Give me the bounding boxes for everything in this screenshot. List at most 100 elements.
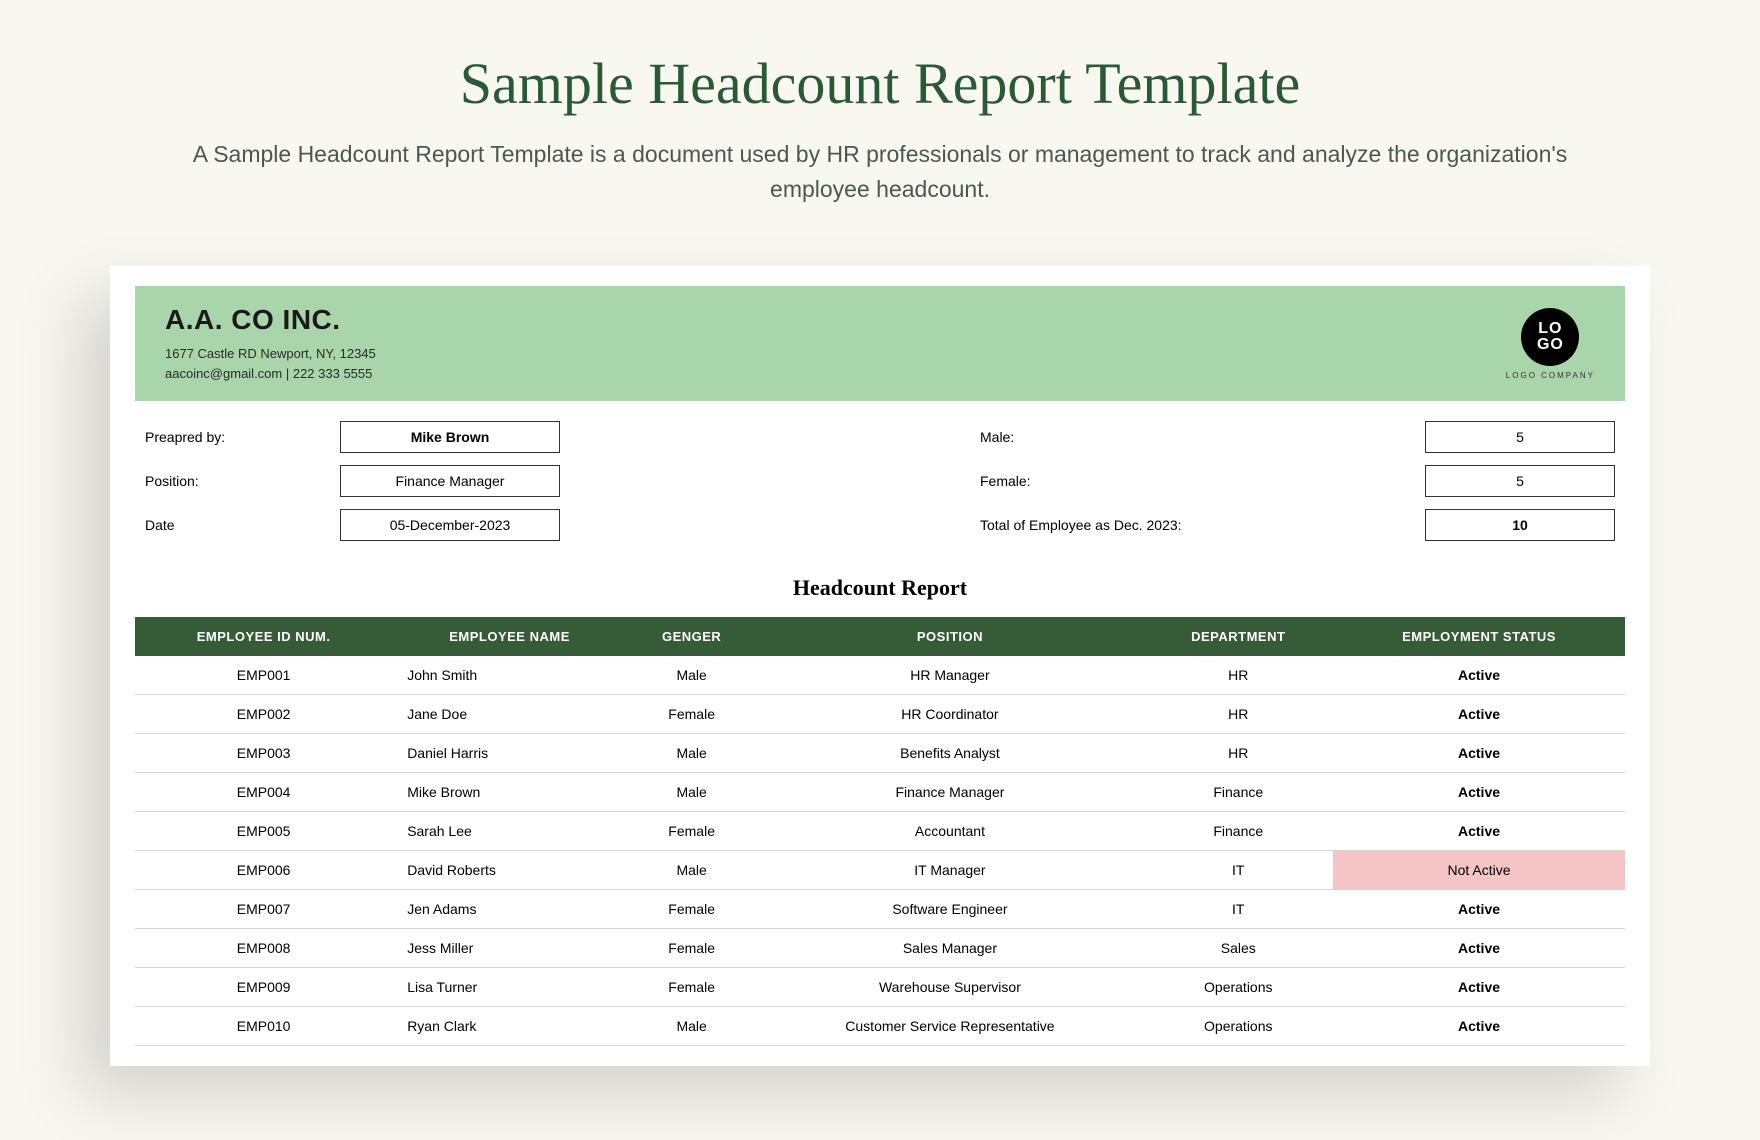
page-subtitle: A Sample Headcount Report Template is a … <box>180 137 1580 206</box>
cell-gender: Female <box>627 890 756 929</box>
meta-row-total: Total of Employee as Dec. 2023: 10 <box>980 509 1615 541</box>
cell-department: HR <box>1144 656 1334 695</box>
cell-gender: Male <box>627 1007 756 1046</box>
document-wrapper: A.A. CO INC. 1677 Castle RD Newport, NY,… <box>0 236 1760 1066</box>
cell-name: Jen Adams <box>392 890 627 929</box>
cell-status: Active <box>1333 968 1625 1007</box>
table-row: EMP004 Mike Brown Male Finance Manager F… <box>135 773 1625 812</box>
meta-value-date: 05-December-2023 <box>340 509 560 541</box>
logo-icon: LO GO <box>1521 308 1579 366</box>
col-status: EMPLOYMENT STATUS <box>1333 617 1625 656</box>
cell-position: HR Manager <box>756 656 1143 695</box>
cell-position: IT Manager <box>756 851 1143 890</box>
table-row: EMP007 Jen Adams Female Software Enginee… <box>135 890 1625 929</box>
cell-id: EMP008 <box>135 929 392 968</box>
meta-label: Female: <box>980 473 1200 489</box>
cell-name: Lisa Turner <box>392 968 627 1007</box>
cell-gender: Male <box>627 773 756 812</box>
meta-label: Preapred by: <box>145 429 325 445</box>
meta-row-male: Male: 5 <box>980 421 1615 453</box>
cell-department: HR <box>1144 734 1334 773</box>
cell-status: Active <box>1333 812 1625 851</box>
meta-section: Preapred by: Mike Brown Position: Financ… <box>135 401 1625 563</box>
meta-row-date: Date 05-December-2023 <box>145 509 780 541</box>
page-title: Sample Headcount Report Template <box>80 50 1680 117</box>
cell-id: EMP001 <box>135 656 392 695</box>
col-employee-name: EMPLOYEE NAME <box>392 617 627 656</box>
table-row: EMP009 Lisa Turner Female Warehouse Supe… <box>135 968 1625 1007</box>
cell-status: Active <box>1333 773 1625 812</box>
headcount-table: EMPLOYEE ID NUM. EMPLOYEE NAME GENGER PO… <box>135 617 1625 1046</box>
cell-position: Finance Manager <box>756 773 1143 812</box>
cell-status: Active <box>1333 656 1625 695</box>
cell-department: Sales <box>1144 929 1334 968</box>
meta-label: Position: <box>145 473 325 489</box>
cell-gender: Female <box>627 968 756 1007</box>
cell-department: IT <box>1144 851 1334 890</box>
meta-right: Male: 5 Female: 5 Total of Employee as D… <box>980 421 1615 553</box>
cell-id: EMP006 <box>135 851 392 890</box>
cell-position: Warehouse Supervisor <box>756 968 1143 1007</box>
cell-status: Active <box>1333 890 1625 929</box>
table-row: EMP001 John Smith Male HR Manager HR Act… <box>135 656 1625 695</box>
cell-id: EMP004 <box>135 773 392 812</box>
logo-block: LO GO LOGO COMPANY <box>1506 308 1595 380</box>
company-info: A.A. CO INC. 1677 Castle RD Newport, NY,… <box>165 304 1506 383</box>
cell-department: HR <box>1144 695 1334 734</box>
document: A.A. CO INC. 1677 Castle RD Newport, NY,… <box>110 266 1650 1066</box>
cell-name: Ryan Clark <box>392 1007 627 1046</box>
cell-name: Jess Miller <box>392 929 627 968</box>
cell-department: Operations <box>1144 1007 1334 1046</box>
table-row: EMP003 Daniel Harris Male Benefits Analy… <box>135 734 1625 773</box>
cell-name: Mike Brown <box>392 773 627 812</box>
cell-id: EMP010 <box>135 1007 392 1046</box>
table-header-row: EMPLOYEE ID NUM. EMPLOYEE NAME GENGER PO… <box>135 617 1625 656</box>
meta-row-position: Position: Finance Manager <box>145 465 780 497</box>
meta-label: Male: <box>980 429 1200 445</box>
col-position: POSITION <box>756 617 1143 656</box>
cell-department: Finance <box>1144 773 1334 812</box>
meta-value-total: 10 <box>1425 509 1615 541</box>
cell-position: Software Engineer <box>756 890 1143 929</box>
col-employee-id: EMPLOYEE ID NUM. <box>135 617 392 656</box>
cell-gender: Male <box>627 656 756 695</box>
cell-position: Sales Manager <box>756 929 1143 968</box>
cell-position: Accountant <box>756 812 1143 851</box>
logo-text-line2: GO <box>1537 337 1564 352</box>
cell-status: Active <box>1333 1007 1625 1046</box>
cell-position: Benefits Analyst <box>756 734 1143 773</box>
cell-gender: Female <box>627 695 756 734</box>
company-address: 1677 Castle RD Newport, NY, 12345 <box>165 344 1506 364</box>
cell-id: EMP005 <box>135 812 392 851</box>
cell-department: Finance <box>1144 812 1334 851</box>
meta-value-female: 5 <box>1425 465 1615 497</box>
cell-department: Operations <box>1144 968 1334 1007</box>
meta-label: Total of Employee as Dec. 2023: <box>980 517 1200 533</box>
company-name: A.A. CO INC. <box>165 304 1506 336</box>
cell-id: EMP003 <box>135 734 392 773</box>
company-contact: aacoinc@gmail.com | 222 333 5555 <box>165 364 1506 384</box>
meta-value-position: Finance Manager <box>340 465 560 497</box>
table-row: EMP006 David Roberts Male IT Manager IT … <box>135 851 1625 890</box>
table-row: EMP008 Jess Miller Female Sales Manager … <box>135 929 1625 968</box>
cell-status: Not Active <box>1333 851 1625 890</box>
logo-caption: LOGO COMPANY <box>1506 371 1595 380</box>
cell-gender: Male <box>627 851 756 890</box>
cell-gender: Female <box>627 929 756 968</box>
cell-name: David Roberts <box>392 851 627 890</box>
meta-value-male: 5 <box>1425 421 1615 453</box>
table-row: EMP010 Ryan Clark Male Customer Service … <box>135 1007 1625 1046</box>
cell-gender: Male <box>627 734 756 773</box>
cell-status: Active <box>1333 734 1625 773</box>
cell-gender: Female <box>627 812 756 851</box>
document-header: A.A. CO INC. 1677 Castle RD Newport, NY,… <box>135 286 1625 401</box>
cell-department: IT <box>1144 890 1334 929</box>
col-gender: GENGER <box>627 617 756 656</box>
report-title: Headcount Report <box>135 563 1625 617</box>
logo-text-line1: LO <box>1538 321 1562 336</box>
meta-value-prepared-by: Mike Brown <box>340 421 560 453</box>
cell-position: Customer Service Representative <box>756 1007 1143 1046</box>
meta-row-female: Female: 5 <box>980 465 1615 497</box>
table-row: EMP005 Sarah Lee Female Accountant Finan… <box>135 812 1625 851</box>
meta-left: Preapred by: Mike Brown Position: Financ… <box>145 421 780 553</box>
